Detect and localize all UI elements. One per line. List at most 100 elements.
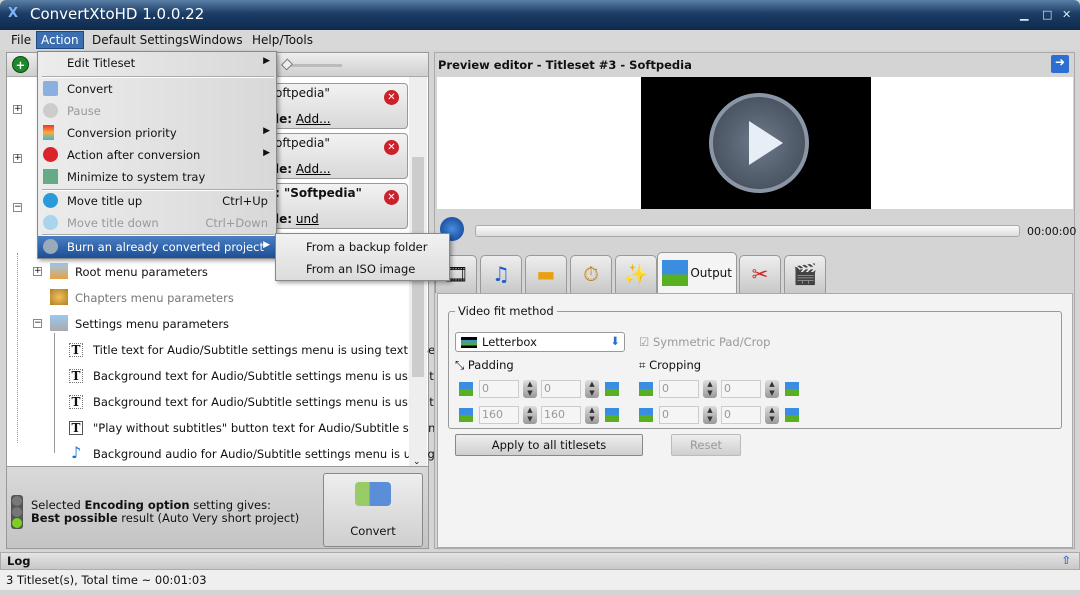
spin-buttons[interactable]: ▲ ▼ bbox=[523, 380, 537, 398]
tab-chapters-icon[interactable]: ⏱ bbox=[570, 255, 612, 293]
titleset-title: : "Softpedia" bbox=[275, 186, 362, 200]
crop-bottom-input[interactable]: 0 bbox=[721, 380, 761, 398]
tray-icon bbox=[43, 169, 58, 184]
collapse-toggle[interactable]: − bbox=[33, 319, 42, 328]
tree-line bbox=[17, 253, 18, 443]
action-menu: Edit Titleset ▶ Convert Pause Conversion … bbox=[37, 51, 277, 259]
titleset-card[interactable]: : "Softpedia" le: und ✕ bbox=[270, 183, 408, 229]
menu-windows[interactable]: Windows bbox=[189, 33, 243, 47]
pad-top-input[interactable]: 0 bbox=[479, 380, 519, 398]
maximize-button[interactable]: □ bbox=[1042, 8, 1052, 21]
tab-menu-icon[interactable]: 🎬 bbox=[784, 255, 826, 293]
text-icon: T bbox=[69, 369, 83, 383]
expand-toggle[interactable]: + bbox=[33, 267, 42, 276]
menu-item-minimize-tray[interactable]: Minimize to system tray bbox=[38, 166, 276, 188]
tree-root-menu[interactable]: Root menu parameters bbox=[75, 265, 208, 279]
menu-item-move-up[interactable]: Move title up Ctrl+Up bbox=[38, 190, 276, 212]
menu-item-burn-project[interactable]: Burn an already converted project ▶ bbox=[38, 236, 276, 258]
spin-buttons[interactable]: ▲ ▼ bbox=[765, 406, 779, 424]
spin-buttons[interactable]: ▲ ▼ bbox=[585, 406, 599, 424]
zoom-slider[interactable] bbox=[287, 64, 342, 67]
slider-thumb[interactable] bbox=[280, 58, 294, 71]
minimize-button[interactable]: ▁ bbox=[1020, 8, 1028, 21]
titleset-card[interactable]: oftpedia" le: Add... ✕ bbox=[270, 133, 408, 179]
menu-action[interactable]: Action bbox=[36, 31, 84, 49]
tab-output[interactable]: Output bbox=[657, 252, 737, 294]
crop-left-input[interactable]: 0 bbox=[659, 406, 699, 424]
close-button[interactable]: ✕ bbox=[1062, 8, 1071, 21]
crop-right-icon bbox=[785, 408, 799, 422]
tree-chapters-menu[interactable]: Chapters menu parameters bbox=[75, 291, 234, 305]
tree-item[interactable]: "Play without subtitles" button text for… bbox=[93, 421, 463, 435]
arrow-right-icon[interactable]: ➜ bbox=[1051, 55, 1069, 73]
menu-bar: File Action Default Settings Windows Hel… bbox=[0, 30, 1080, 50]
menu-item-move-down[interactable]: Move title down Ctrl+Down bbox=[38, 212, 276, 234]
tab-effects-icon[interactable]: ✨ bbox=[615, 255, 657, 293]
cropping-label: ⌗ Cropping bbox=[639, 358, 702, 372]
tree-settings-menu[interactable]: Settings menu parameters bbox=[75, 317, 229, 331]
play-overlay-icon[interactable] bbox=[709, 93, 809, 193]
fit-method-select[interactable]: Letterbox ⬇ bbox=[455, 332, 625, 352]
pad-bottom-input[interactable]: 0 bbox=[541, 380, 581, 398]
settings-gear-icon bbox=[50, 315, 68, 331]
submenu-backup-folder[interactable]: From a backup folder bbox=[306, 240, 427, 254]
pad-left-icon bbox=[459, 408, 473, 422]
add-title-button[interactable]: + bbox=[12, 56, 29, 73]
expand-toggle[interactable]: + bbox=[13, 105, 22, 114]
submenu-iso-image[interactable]: From an ISO image bbox=[306, 262, 415, 276]
expand-toggle[interactable]: + bbox=[13, 154, 22, 163]
letterbox-icon bbox=[461, 337, 477, 348]
tab-audio-icon[interactable]: ♫ bbox=[480, 255, 522, 293]
power-icon bbox=[43, 147, 58, 162]
seek-bar[interactable] bbox=[475, 225, 1020, 237]
text-icon: T bbox=[69, 343, 83, 357]
spin-buttons[interactable]: ▲ ▼ bbox=[765, 380, 779, 398]
stopwatch-icon bbox=[50, 289, 68, 305]
remove-icon[interactable]: ✕ bbox=[384, 190, 399, 205]
spin-buttons[interactable]: ▲ ▼ bbox=[703, 380, 717, 398]
status-bar: 3 Titleset(s), Total time ~ 00:01:03 bbox=[0, 570, 1080, 590]
tab-subtitle-icon[interactable]: ▬ bbox=[525, 255, 567, 293]
remove-icon[interactable]: ✕ bbox=[384, 140, 399, 155]
crop-top-input[interactable]: 0 bbox=[659, 380, 699, 398]
tab-cut-icon[interactable]: ✂ bbox=[739, 255, 781, 293]
menu-item-convert[interactable]: Convert bbox=[38, 78, 276, 100]
menu-item-conversion-priority[interactable]: Conversion priority ▶ bbox=[38, 122, 276, 144]
disc-icon bbox=[43, 239, 58, 254]
menu-help-tools[interactable]: Help/Tools bbox=[252, 33, 313, 47]
spin-buttons[interactable]: ▲ ▼ bbox=[703, 406, 717, 424]
titleset-card[interactable]: oftpedia" le: Add... ✕ bbox=[270, 83, 408, 129]
subtitle-link[interactable]: Add... bbox=[296, 112, 331, 126]
reset-button[interactable]: Reset bbox=[671, 434, 741, 456]
spin-buttons[interactable]: ▲ ▼ bbox=[523, 406, 537, 424]
root-menu-icon bbox=[50, 263, 68, 279]
log-expand-icon[interactable]: ⇧ bbox=[1061, 553, 1071, 567]
menu-default-settings[interactable]: Default Settings bbox=[92, 33, 189, 47]
menu-item-pause[interactable]: Pause bbox=[38, 100, 276, 122]
menu-item-action-after[interactable]: Action after conversion ▶ bbox=[38, 144, 276, 166]
collapse-toggle[interactable]: − bbox=[13, 203, 22, 212]
pad-top-icon bbox=[459, 382, 473, 396]
subtitle-link[interactable]: Add... bbox=[296, 162, 331, 176]
log-label: Log bbox=[7, 554, 31, 568]
convert-icon bbox=[355, 482, 391, 506]
text-icon: T bbox=[69, 395, 83, 409]
pad-left-input[interactable]: 160 bbox=[479, 406, 519, 424]
pad-right-input[interactable]: 160 bbox=[541, 406, 581, 424]
symmetric-checkbox[interactable]: ☑ Symmetric Pad/Crop bbox=[639, 335, 770, 349]
output-icon bbox=[662, 260, 688, 286]
convert-button[interactable]: Convert bbox=[323, 473, 423, 547]
subtitle-link[interactable]: und bbox=[296, 212, 319, 226]
crop-right-input[interactable]: 0 bbox=[721, 406, 761, 424]
log-header[interactable]: Log ⇧ bbox=[0, 552, 1080, 570]
convert-icon bbox=[43, 81, 58, 96]
menu-item-edit-titleset[interactable]: Edit Titleset ▶ bbox=[38, 52, 276, 74]
spin-buttons[interactable]: ▲ ▼ bbox=[585, 380, 599, 398]
padding-icon: ⤡ bbox=[455, 358, 465, 372]
button-text-icon: T bbox=[69, 421, 83, 435]
dropdown-arrow-icon: ⬇ bbox=[610, 334, 620, 348]
menu-file[interactable]: File bbox=[11, 33, 31, 47]
apply-all-button[interactable]: Apply to all titlesets bbox=[455, 434, 643, 456]
time-readout: 00:00:00 bbox=[1027, 225, 1077, 238]
remove-icon[interactable]: ✕ bbox=[384, 90, 399, 105]
